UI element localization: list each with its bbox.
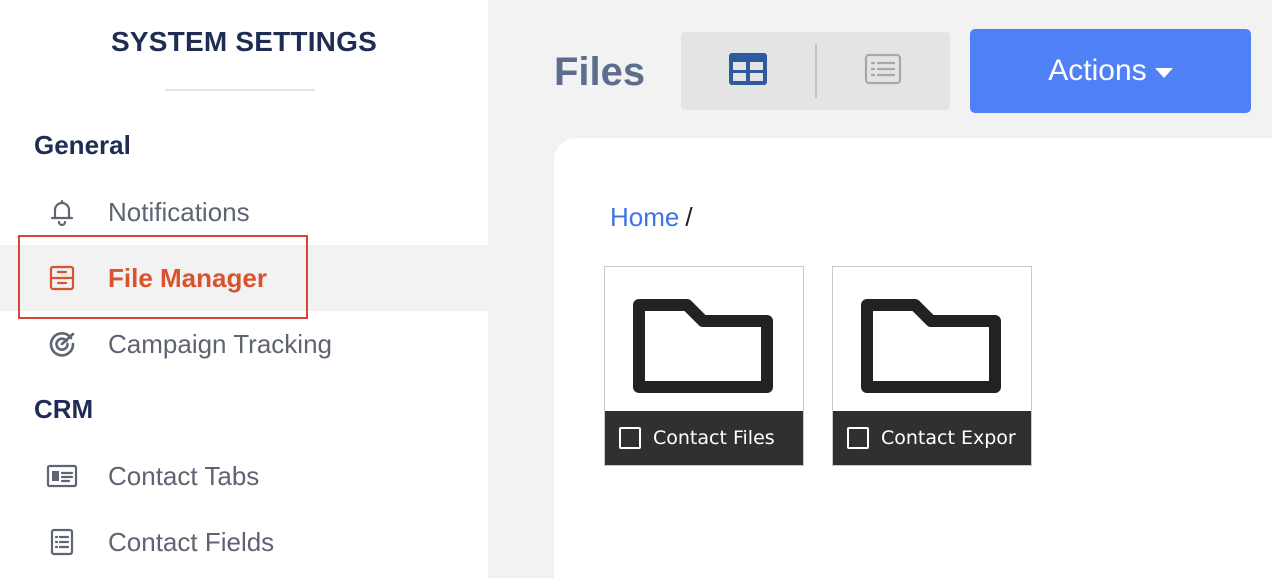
- sidebar-item-label: Notifications: [108, 196, 250, 227]
- page-title: Files: [554, 50, 646, 94]
- breadcrumb: Home /: [610, 202, 693, 233]
- folder-card-contact-exports[interactable]: Contact Expor: [832, 266, 1032, 466]
- folder-caption: Contact Expor: [833, 411, 1031, 465]
- main-content: Files Actions Home / Contact Files Conta…: [488, 0, 1272, 578]
- sidebar-item-label: Contact Tabs: [108, 460, 260, 491]
- sidebar-item-campaign-tracking[interactable]: Campaign Tracking: [0, 311, 488, 377]
- caret-down-icon: [1154, 68, 1173, 78]
- list-icon: [46, 526, 78, 558]
- highlight-box: [18, 235, 308, 319]
- folder-checkbox[interactable]: [847, 427, 869, 449]
- target-icon: [46, 328, 78, 360]
- folder-checkbox[interactable]: [619, 427, 641, 449]
- grid-view-button[interactable]: [681, 32, 815, 110]
- folder-icon: [631, 295, 779, 402]
- sidebar-divider: [165, 89, 315, 91]
- list-view-icon: [864, 53, 902, 90]
- sidebar-title: SYSTEM SETTINGS: [111, 26, 377, 57]
- breadcrumb-home-link[interactable]: Home: [610, 202, 679, 232]
- bell-icon: [46, 196, 78, 228]
- section-heading-general: General: [34, 130, 131, 160]
- section-heading-crm: CRM: [34, 394, 94, 424]
- breadcrumb-separator: /: [685, 202, 693, 232]
- actions-button[interactable]: Actions: [970, 29, 1251, 113]
- sidebar-item-label: Contact Fields: [108, 526, 275, 557]
- sidebar-item-contact-fields[interactable]: Contact Fields: [0, 509, 488, 575]
- folder-name: Contact Files: [653, 427, 775, 449]
- files-panel: Home / Contact Files Contact Expor: [554, 138, 1272, 578]
- sidebar: SYSTEM SETTINGS General Notifications Fi…: [0, 0, 488, 578]
- folder-caption: Contact Files: [605, 411, 803, 465]
- contact-card-icon: [46, 460, 78, 492]
- view-toggle: [681, 32, 950, 110]
- sidebar-item-label: Campaign Tracking: [108, 328, 332, 359]
- sidebar-item-contact-tabs[interactable]: Contact Tabs: [0, 443, 488, 509]
- actions-label: Actions: [1048, 54, 1147, 87]
- folder-card-contact-files[interactable]: Contact Files: [604, 266, 804, 466]
- grid-view-icon: [729, 52, 767, 90]
- folder-name: Contact Expor: [881, 427, 1016, 449]
- list-view-button[interactable]: [816, 32, 950, 110]
- folder-icon: [859, 295, 1007, 402]
